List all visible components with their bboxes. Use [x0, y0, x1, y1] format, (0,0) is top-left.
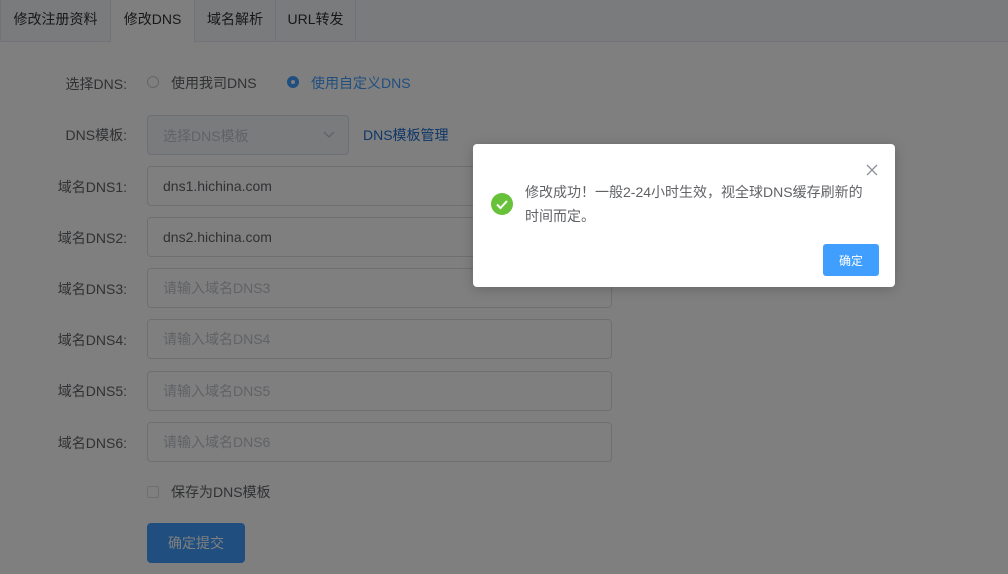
close-icon[interactable] — [865, 163, 879, 177]
modal-overlay[interactable] — [0, 0, 1008, 574]
dialog-message: 修改成功！一般2-24小时生效，视全球DNS缓存刷新的时间而定。 — [525, 184, 863, 224]
confirm-button[interactable]: 确定 — [823, 244, 879, 276]
success-check-icon — [491, 193, 513, 215]
success-dialog: 修改成功！一般2-24小时生效，视全球DNS缓存刷新的时间而定。 确定 — [473, 144, 895, 287]
